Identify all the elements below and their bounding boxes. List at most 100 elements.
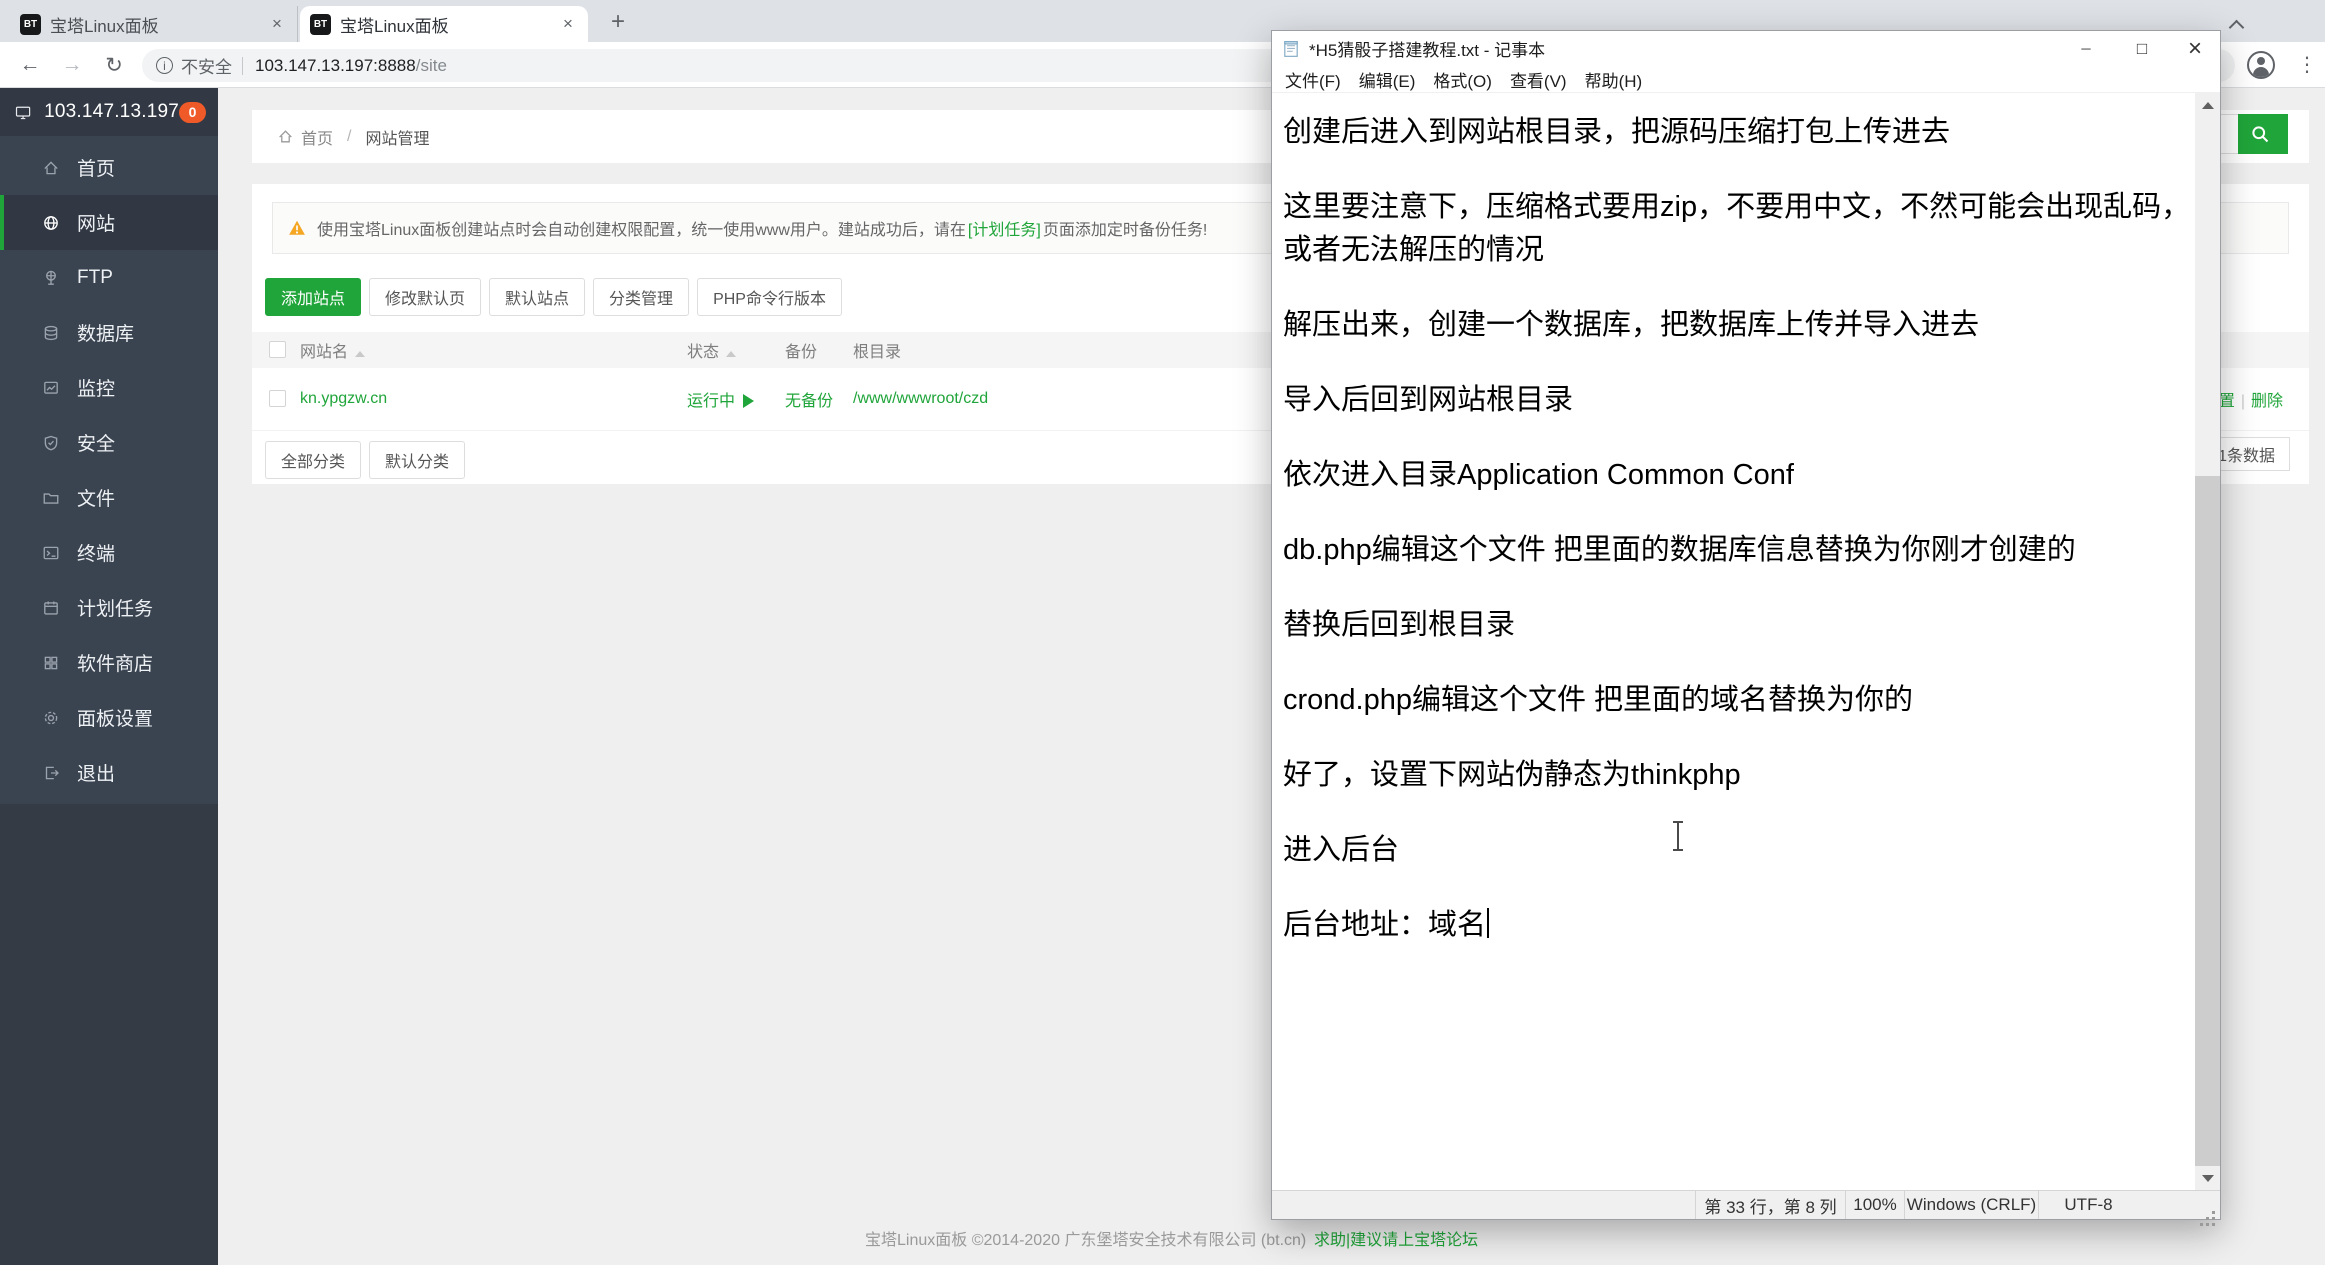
close-button[interactable] xyxy=(2170,31,2220,66)
calendar-icon xyxy=(42,599,60,617)
default-category-button[interactable]: 默认分类 xyxy=(369,441,465,479)
sidebar-item-cron[interactable]: 计划任务 xyxy=(0,580,218,635)
sidebar-item-logout[interactable]: 退出 xyxy=(0,745,218,800)
home-icon xyxy=(42,159,60,177)
sidebar-item-label: 网站 xyxy=(77,209,115,236)
sort-asc-icon[interactable] xyxy=(726,351,736,357)
notepad-line: 依次进入目录Application Common Conf xyxy=(1283,454,2193,497)
notepad-text-area[interactable]: 创建后进入到网站根目录，把源码压缩打包上传进去 这里要注意下，压缩格式要用zip… xyxy=(1272,93,2195,1190)
gear-icon xyxy=(42,709,60,727)
breadcrumb-home[interactable]: 首页 xyxy=(301,125,333,149)
line-ending: Windows (CRLF) xyxy=(1904,1191,2038,1219)
text-caret xyxy=(1487,908,1489,938)
sidebar-item-label: 退出 xyxy=(77,759,115,786)
site-status-link[interactable]: 运行中 xyxy=(687,393,735,410)
forum-link[interactable]: 求助|建议请上宝塔论坛 xyxy=(1314,1226,1478,1250)
sidebar-item-appstore[interactable]: 软件商店 xyxy=(0,635,218,690)
server-ip: 103.147.13.197 xyxy=(44,101,179,123)
notepad-line: 创建后进入到网站根目录，把源码压缩打包上传进去 xyxy=(1283,111,2193,154)
sidebar-item-label: 监控 xyxy=(77,374,115,401)
alert-text: 使用宝塔Linux面板创建站点时会自动创建权限配置，统一使用www用户。建站成功… xyxy=(317,216,966,240)
notepad-title-bar[interactable]: *H5猜骰子搭建教程.txt - 记事本 xyxy=(1272,31,2220,66)
breadcrumb-current: 网站管理 xyxy=(365,125,429,149)
url-path: /site xyxy=(416,56,447,76)
search-icon xyxy=(2250,124,2270,144)
sidebar-item-security[interactable]: 安全 xyxy=(0,415,218,470)
col-status[interactable]: 状态 xyxy=(687,332,785,368)
database-icon xyxy=(42,324,60,342)
notepad-scrollbar[interactable] xyxy=(2195,93,2220,1190)
notepad-window: *H5猜骰子搭建教程.txt - 记事本 文件(F) 编辑(E) 格式(O) 查… xyxy=(1271,30,2221,1220)
sidebar-item-terminal[interactable]: 终端 xyxy=(0,525,218,580)
notepad-line: 这里要注意下，压缩格式要用zip，不要用中文，不然可能会出现乱码，或者无法解压的… xyxy=(1283,186,2193,272)
site-name-link[interactable]: kn.ypgzw.cn xyxy=(300,390,387,407)
chart-icon xyxy=(42,379,60,397)
menu-file[interactable]: 文件(F) xyxy=(1276,67,1350,92)
back-icon[interactable] xyxy=(14,49,46,81)
site-root-link[interactable]: /www/wwwroot/czd xyxy=(853,390,988,407)
sidebar-item-home[interactable]: 首页 xyxy=(0,140,218,195)
message-count-badge[interactable]: 0 xyxy=(179,102,206,123)
scroll-up-icon[interactable] xyxy=(2195,93,2220,118)
site-backup-link[interactable]: 无备份 xyxy=(785,393,833,410)
sidebar: 103.147.13.197 0 首页 网站 FTP 数据库 监控 xyxy=(0,88,218,1265)
copyright-text: 宝塔Linux面板 ©2014-2020 广东堡塔安全技术有限公司 (bt.cn… xyxy=(865,1226,1306,1250)
select-all-checkbox[interactable] xyxy=(269,341,286,358)
notepad-line: 替换后回到根目录 xyxy=(1283,604,2193,647)
notepad-line: 后台地址：域名 xyxy=(1283,904,2193,947)
sidebar-item-database[interactable]: 数据库 xyxy=(0,305,218,360)
chevron-up-icon[interactable] xyxy=(2230,18,2243,31)
notepad-menu-bar: 文件(F) 编辑(E) 格式(O) 查看(V) 帮助(H) xyxy=(1272,66,2220,93)
action-separator: | xyxy=(2241,393,2245,410)
notepad-line: 导入后回到网站根目录 xyxy=(1283,379,2193,422)
ftp-icon xyxy=(42,269,60,287)
browser-profile-icon[interactable] xyxy=(2247,51,2275,79)
sidebar-item-files[interactable]: 文件 xyxy=(0,470,218,525)
default-site-button[interactable]: 默认站点 xyxy=(489,278,585,316)
sidebar-item-ftp[interactable]: FTP xyxy=(0,250,218,305)
scroll-down-icon[interactable] xyxy=(2195,1165,2220,1190)
menu-view[interactable]: 查看(V) xyxy=(1501,67,1576,92)
globe-icon xyxy=(42,214,60,232)
row-checkbox[interactable] xyxy=(269,390,286,407)
grid-icon xyxy=(42,654,60,672)
tab-close-icon[interactable] xyxy=(558,14,578,34)
sidebar-item-label: 数据库 xyxy=(77,319,134,346)
forward-icon[interactable] xyxy=(56,49,88,81)
new-tab-button[interactable] xyxy=(604,8,632,36)
sidebar-item-monitor[interactable]: 监控 xyxy=(0,360,218,415)
encoding: UTF-8 xyxy=(2038,1191,2138,1219)
sidebar-item-settings[interactable]: 面板设置 xyxy=(0,690,218,745)
menu-help[interactable]: 帮助(H) xyxy=(1576,67,1652,92)
all-categories-button[interactable]: 全部分类 xyxy=(265,441,361,479)
browser-tab-1[interactable]: BT 宝塔Linux面板 xyxy=(10,6,298,42)
category-manage-button[interactable]: 分类管理 xyxy=(593,278,689,316)
sort-asc-icon[interactable] xyxy=(355,351,365,357)
scrollbar-thumb[interactable] xyxy=(2195,476,2220,1166)
warning-icon xyxy=(288,219,306,237)
add-site-button[interactable]: 添加站点 xyxy=(265,278,361,316)
cron-page-link[interactable]: [计划任务] xyxy=(968,216,1041,240)
cursor-position: 第 33 行，第 8 列 xyxy=(1695,1191,1845,1219)
page-footer: 宝塔Linux面板 ©2014-2020 广东堡塔安全技术有限公司 (bt.cn… xyxy=(0,1226,2325,1250)
browser-tab-2-active[interactable]: BT 宝塔Linux面板 xyxy=(300,6,588,42)
info-icon[interactable] xyxy=(156,57,173,74)
security-label: 不安全 xyxy=(181,53,232,78)
modify-default-page-button[interactable]: 修改默认页 xyxy=(369,278,481,316)
minimize-button[interactable] xyxy=(2058,31,2114,66)
maximize-button[interactable] xyxy=(2114,31,2170,66)
reload-icon[interactable] xyxy=(98,49,130,81)
resize-grip[interactable] xyxy=(2138,1191,2220,1219)
site-delete-link[interactable]: 删除 xyxy=(2251,393,2283,410)
menu-edit[interactable]: 编辑(E) xyxy=(1350,67,1425,92)
search-button[interactable] xyxy=(2238,114,2288,154)
browser-menu-icon[interactable] xyxy=(2297,52,2317,77)
php-cli-version-button[interactable]: PHP命令行版本 xyxy=(697,278,842,316)
notepad-status-bar: 第 33 行，第 8 列 100% Windows (CRLF) UTF-8 xyxy=(1272,1190,2220,1219)
col-site-name[interactable]: 网站名 xyxy=(300,332,687,368)
menu-format[interactable]: 格式(O) xyxy=(1424,67,1501,92)
tab-close-icon[interactable] xyxy=(267,14,287,34)
screen: BT 宝塔Linux面板 BT 宝塔Linux面板 不安全 103.147.13… xyxy=(0,0,2325,1265)
sidebar-item-website[interactable]: 网站 xyxy=(0,195,218,250)
col-backup: 备份 xyxy=(785,332,853,368)
